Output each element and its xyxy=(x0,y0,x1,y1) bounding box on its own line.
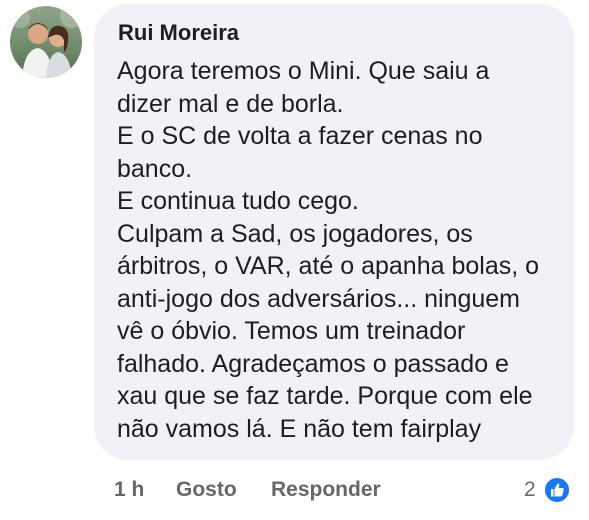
comment-text: Agora teremos o Mini. Que saiu a dizer m… xyxy=(117,55,567,445)
comment-line: vê o óbvio. Temos um treinador xyxy=(117,317,466,345)
comment-timestamp[interactable]: 1 h xyxy=(114,476,144,504)
comment-line: anti-jogo dos adversários... ninguem xyxy=(117,284,521,313)
comment-line: Agora teremos o Mini. Que saiu a xyxy=(117,57,490,85)
comment-line: E continua tudo cego. xyxy=(117,187,359,215)
comment-screen: Rui Moreira Agora teremos o Mini. Que sa… xyxy=(0,0,589,520)
comment-line: Culpam a Sad, os jogadores, os xyxy=(117,219,473,248)
like-button[interactable]: Gosto xyxy=(176,476,237,504)
reaction-count[interactable]: 2 xyxy=(524,476,536,504)
comment-line: não vamos lá. E não tem fairplay xyxy=(117,414,482,443)
comment-author[interactable]: Rui Moreira xyxy=(118,20,239,46)
comment-line: árbitros, o VAR, até o apanha bolas, o xyxy=(117,252,540,280)
reply-button[interactable]: Responder xyxy=(271,476,381,504)
comment-line: banco. xyxy=(117,154,193,183)
avatar[interactable] xyxy=(10,6,82,78)
comment-line: xau que se faz tarde. Porque com ele xyxy=(117,382,533,410)
thumbs-up-icon[interactable] xyxy=(543,476,571,504)
comment-line: dizer mal e de borla. xyxy=(117,89,344,118)
avatar-photo xyxy=(10,6,82,78)
comment-actions: 1 h Gosto Responder xyxy=(0,476,589,504)
comment-line: falhado. Agradeçamos o passado e xyxy=(117,349,509,378)
comment-line: E o SC de volta a fazer cenas no xyxy=(117,122,483,150)
